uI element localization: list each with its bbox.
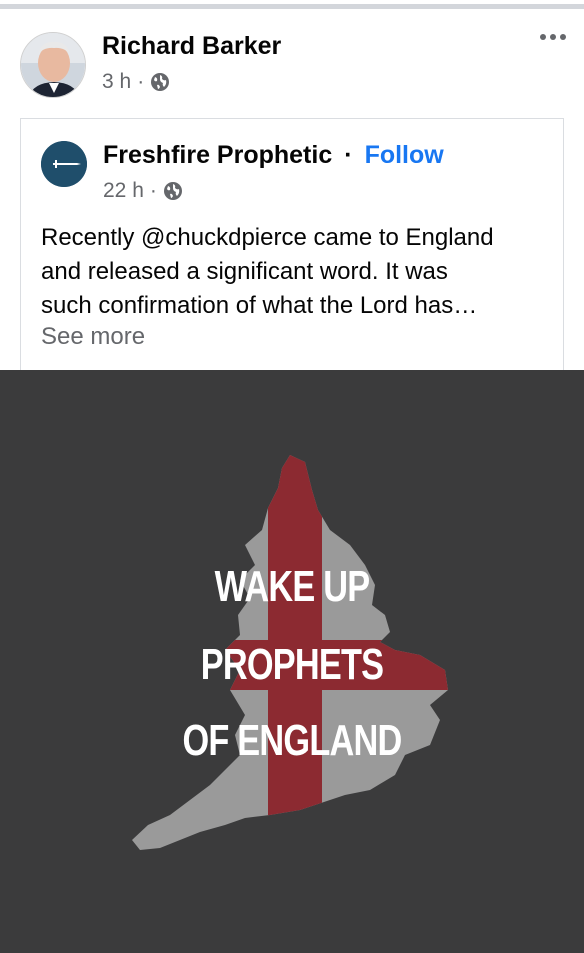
post-header: Richard Barker 3 h · <box>0 10 584 110</box>
more-dot <box>540 34 546 40</box>
page-name[interactable]: Freshfire Prophetic <box>103 141 332 170</box>
shared-post-meta: 22 h · <box>103 179 183 203</box>
more-options-button[interactable] <box>540 34 566 40</box>
post-meta: 3 h · <box>102 70 170 94</box>
globe-icon <box>163 181 183 201</box>
name-separator: · <box>344 141 353 169</box>
post-time[interactable]: 3 h <box>102 70 131 94</box>
more-dot <box>560 34 566 40</box>
image-text-line: PROPHETS <box>200 640 384 689</box>
follow-button[interactable]: Follow <box>365 141 444 170</box>
post-text: Recently @chuckdpierce came to England a… <box>41 221 551 323</box>
post-image[interactable]: WAKE UP PROPHETS OF ENGLAND <box>0 370 584 953</box>
author-name[interactable]: Richard Barker <box>102 32 281 61</box>
shared-post-time[interactable]: 22 h <box>103 179 144 203</box>
meta-separator: · <box>137 70 145 93</box>
see-more-link[interactable]: See more <box>41 323 145 351</box>
shared-post-card[interactable]: Freshfire Prophetic · Follow 22 h · Rece… <box>20 118 564 378</box>
page-name-row: Freshfire Prophetic · Follow <box>103 141 444 170</box>
author-avatar[interactable] <box>20 32 86 98</box>
more-dot <box>550 34 556 40</box>
top-divider <box>0 0 584 10</box>
globe-icon <box>150 72 170 92</box>
image-text-line: WAKE UP <box>214 562 371 611</box>
page-avatar[interactable] <box>41 141 87 187</box>
post-text-line: and released a significant word. It was <box>41 258 448 285</box>
meta-separator: · <box>149 179 157 202</box>
post-text-line: Recently @chuckdpierce came to England <box>41 224 494 251</box>
post-text-line: such confirmation of what the Lord has… <box>41 292 478 319</box>
image-text-line: OF ENGLAND <box>182 716 402 765</box>
